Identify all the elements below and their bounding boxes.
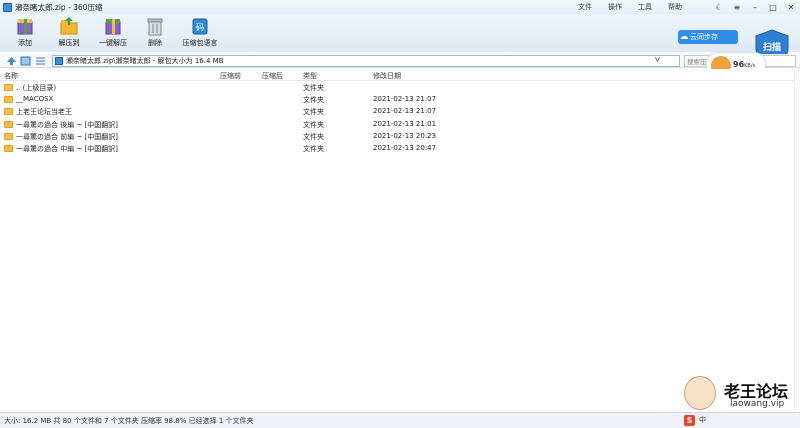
toolbar: 添加 解压到 一键解压 删除 码 压缩包语言 ☁ 云同步存 扫描	[0, 14, 800, 68]
row-type: 文件夹	[303, 84, 324, 92]
folder-icon	[4, 120, 13, 128]
row-name: __MACOSX	[16, 95, 54, 104]
folder-icon	[4, 96, 13, 104]
cloud-label: 云同步存	[690, 33, 718, 41]
cloud-sync-button[interactable]: ☁ 云同步存	[678, 30, 738, 44]
menu-operation[interactable]: 操作	[600, 2, 630, 12]
language-button[interactable]: 码 压缩包语言	[175, 16, 225, 52]
menu-file[interactable]: 文件	[570, 2, 600, 12]
col-type[interactable]: 类型	[303, 71, 317, 81]
row-name: 一尋驚の過合 後編 ~ [中国翻訳]	[16, 120, 119, 129]
ime-logo-icon[interactable]: S	[684, 414, 695, 426]
ime-mode[interactable]: 中	[699, 415, 706, 425]
app-icon	[3, 2, 12, 12]
table-row[interactable]: 上老王论坛当老王 文件夹 2021-02-13 21:07	[0, 106, 800, 118]
maximize-button[interactable]: □	[764, 3, 782, 12]
row-name: 一尋驚の過合 中編 ~ [中国翻訳]	[16, 144, 119, 153]
row-modified: 2021-02-13 21:07	[373, 107, 437, 116]
up-arrow-icon[interactable]	[6, 56, 17, 66]
table-row[interactable]: __MACOSX 文件夹 2021-02-13 21:07	[0, 94, 800, 106]
extract-to-label: 解压到	[58, 39, 80, 47]
cloud-icon: ☁	[679, 32, 689, 42]
row-type: 文件夹	[303, 132, 324, 141]
archive-icon	[55, 57, 63, 65]
title-bar: 瀬奈睹太郎.zip - 360压缩 文件 操作 工具 帮助 ☾ ≡ – □ ✕	[0, 0, 800, 14]
add-button[interactable]: 添加	[0, 16, 50, 52]
path-bar: 瀬奈睹太郎.zip\瀬奈睹太郎 - 解包大小为 16.4 MB V 搜索压缩包中…	[0, 54, 800, 68]
row-modified: 2021-02-13 20:47	[373, 143, 437, 152]
delete-label: 删除	[148, 39, 162, 47]
menu-help[interactable]: 帮助	[660, 2, 690, 12]
watermark-url: laowang.vip	[730, 399, 785, 409]
folder-icon	[4, 144, 13, 152]
ime-tray: S 中	[684, 414, 706, 426]
one-click-extract-icon	[105, 19, 121, 35]
vertical-scrollbar[interactable]	[794, 69, 800, 412]
row-type: 文件夹	[303, 144, 324, 153]
row-name: .. (上级目录)	[16, 84, 57, 92]
col-packed[interactable]: 压缩前	[220, 71, 241, 81]
folder-icon	[4, 108, 13, 116]
table-row[interactable]: 一尋驚の過合 後編 ~ [中国翻訳] 文件夹 2021-02-13 21:01	[0, 119, 800, 131]
top-menu: 文件 操作 工具 帮助	[570, 0, 690, 14]
menu-icon[interactable]: ≡	[728, 3, 746, 12]
window-title: 瀬奈睹太郎.zip - 360压缩	[15, 2, 103, 12]
col-name[interactable]: 名称	[4, 71, 18, 81]
detail-view-icon[interactable]	[20, 56, 31, 66]
scan-label[interactable]: 扫描	[754, 40, 790, 53]
table-row[interactable]: 一尋驚の過合 前編 ~ [中国翻訳] 文件夹 2021-02-13 20:23	[0, 131, 800, 143]
table-row[interactable]: .. (上级目录) 文件夹	[0, 82, 800, 94]
path-input[interactable]: 瀬奈睹太郎.zip\瀬奈睹太郎 - 解包大小为 16.4 MB	[52, 55, 680, 67]
path-text: 瀬奈睹太郎.zip\瀬奈睹太郎 - 解包大小为 16.4 MB	[66, 57, 224, 65]
minimize-button[interactable]: –	[746, 3, 764, 12]
row-modified: 2021-02-13 21:01	[373, 119, 437, 128]
list-view-icon[interactable]	[35, 56, 46, 66]
speed-value: 96KB/s	[733, 60, 756, 69]
file-list: .. (上级目录) 文件夹 __MACOSX 文件夹 2021-02-13 21…	[0, 82, 800, 155]
language-label: 压缩包语言	[182, 39, 218, 47]
col-after[interactable]: 压缩后	[262, 71, 283, 81]
svg-text:码: 码	[196, 23, 204, 32]
folder-icon	[4, 84, 13, 91]
trash-icon	[147, 18, 163, 36]
status-bar: 大小: 16.2 MB 共 80 个文件和 7 个文件夹 压缩率 98.8% 已…	[0, 412, 800, 428]
add-label: 添加	[18, 39, 32, 47]
extract-to-button[interactable]: 解压到	[44, 16, 94, 52]
delete-button[interactable]: 删除	[130, 16, 180, 52]
row-name: 上老王论坛当老王	[16, 108, 72, 117]
close-button[interactable]: ✕	[782, 3, 800, 12]
row-modified: 2021-02-13 21:07	[373, 95, 437, 104]
extract-to-icon	[60, 17, 78, 35]
col-modified[interactable]: 修改日期	[373, 71, 401, 81]
menu-tools[interactable]: 工具	[630, 2, 660, 12]
skin-icon[interactable]: ☾	[710, 3, 728, 12]
add-archive-icon	[17, 19, 33, 35]
row-modified: 2021-02-13 20:23	[373, 131, 437, 140]
window-controls: ☾ ≡ – □ ✕	[710, 0, 800, 14]
row-type: 文件夹	[303, 120, 324, 129]
row-type: 文件夹	[303, 108, 324, 117]
row-name: 一尋驚の過合 前編 ~ [中国翻訳]	[16, 132, 119, 141]
column-header: 名称 压缩前 压缩后 类型 修改日期	[0, 69, 800, 81]
table-row[interactable]: 一尋驚の過合 中編 ~ [中国翻訳] 文件夹 2021-02-13 20:47	[0, 143, 800, 155]
status-text: 大小: 16.2 MB 共 80 个文件和 7 个文件夹 压缩率 98.8% 已…	[4, 417, 254, 425]
path-v-button[interactable]: V	[655, 56, 660, 64]
row-type: 文件夹	[303, 96, 324, 105]
mascot-face-icon	[684, 376, 716, 410]
folder-icon	[4, 132, 13, 140]
language-icon: 码	[192, 18, 208, 35]
